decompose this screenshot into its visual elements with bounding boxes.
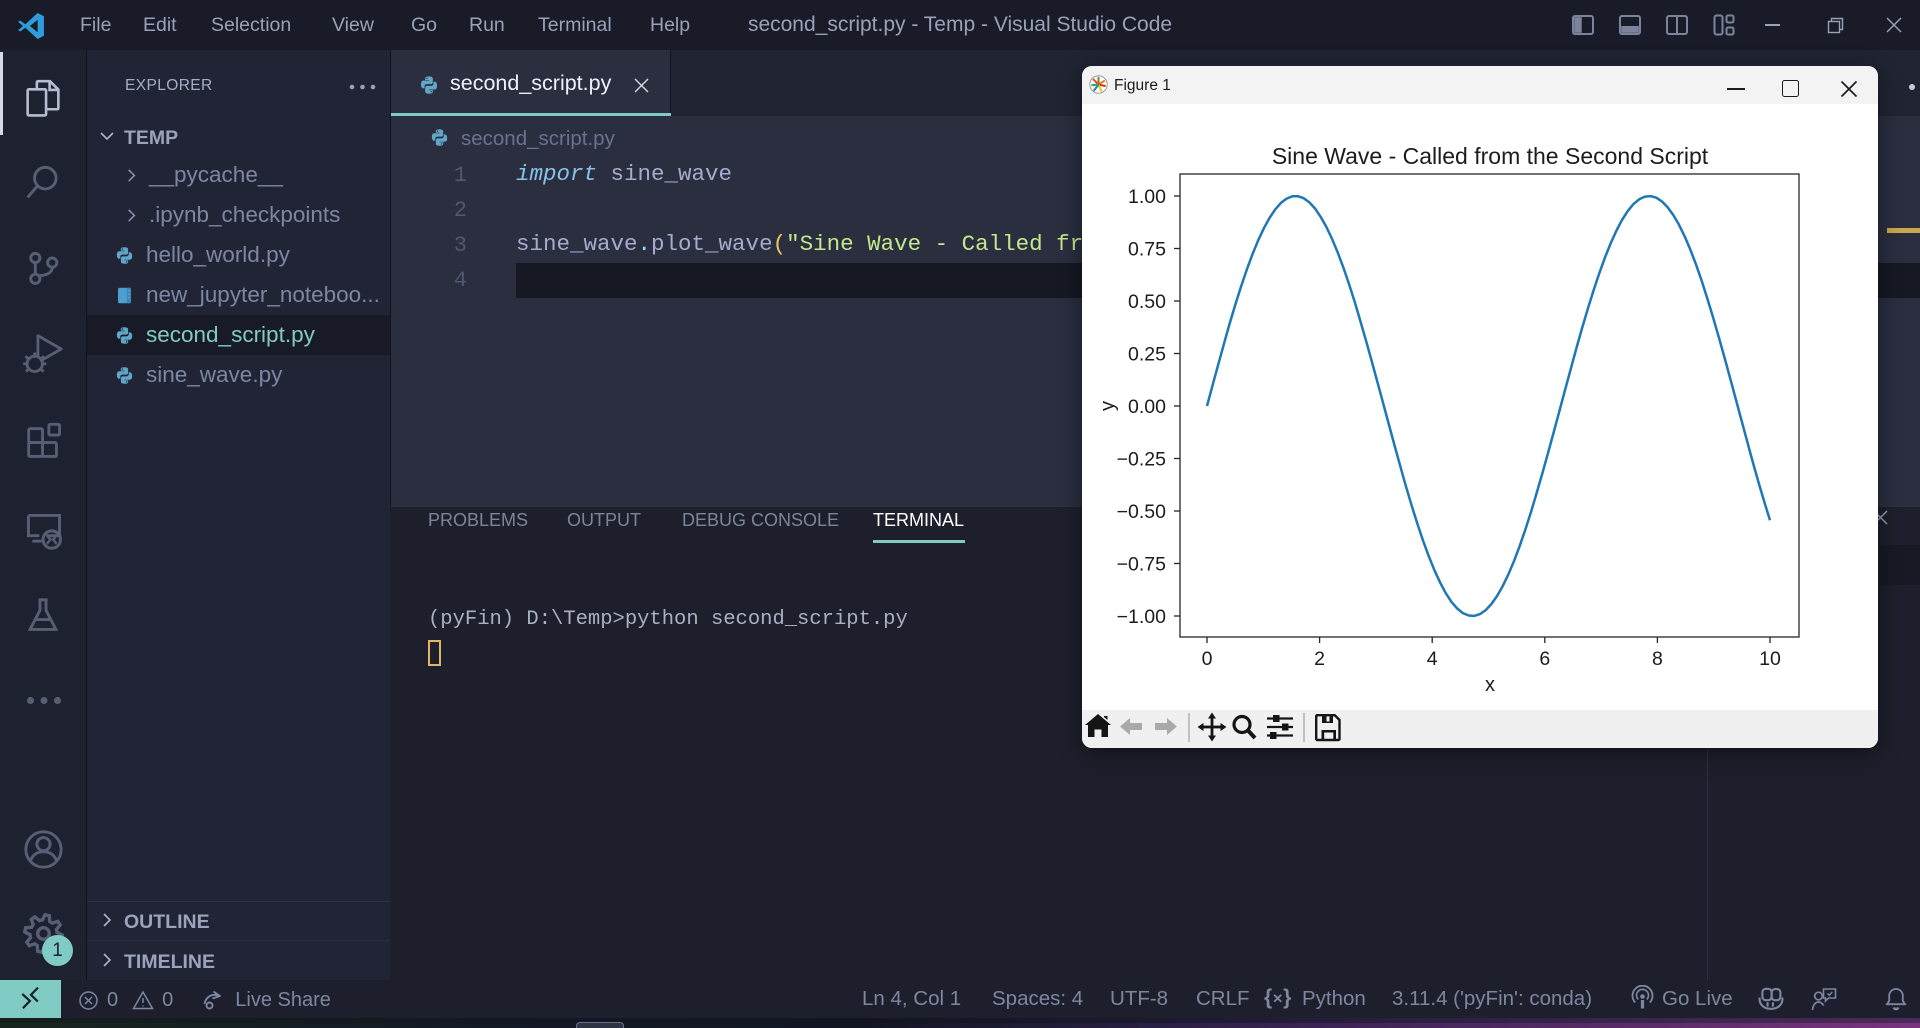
svg-text:10: 10 [1759,648,1781,670]
svg-text:1.00: 1.00 [1128,186,1166,208]
svg-text:4: 4 [1427,648,1438,670]
svg-text:0.00: 0.00 [1128,396,1166,418]
svg-text:−0.50: −0.50 [1117,501,1166,523]
svg-text:−0.75: −0.75 [1117,554,1166,576]
svg-text:2: 2 [1314,648,1325,670]
svg-text:0.50: 0.50 [1128,291,1166,313]
svg-text:0: 0 [1202,648,1213,670]
svg-text:6: 6 [1539,648,1550,670]
svg-text:y: y [1097,401,1119,411]
svg-text:0.75: 0.75 [1128,239,1166,261]
svg-text:0.25: 0.25 [1128,344,1166,366]
svg-text:8: 8 [1652,648,1663,670]
svg-text:−0.25: −0.25 [1117,449,1166,471]
svg-text:−1.00: −1.00 [1117,606,1166,628]
svg-text:x: x [1485,674,1495,696]
